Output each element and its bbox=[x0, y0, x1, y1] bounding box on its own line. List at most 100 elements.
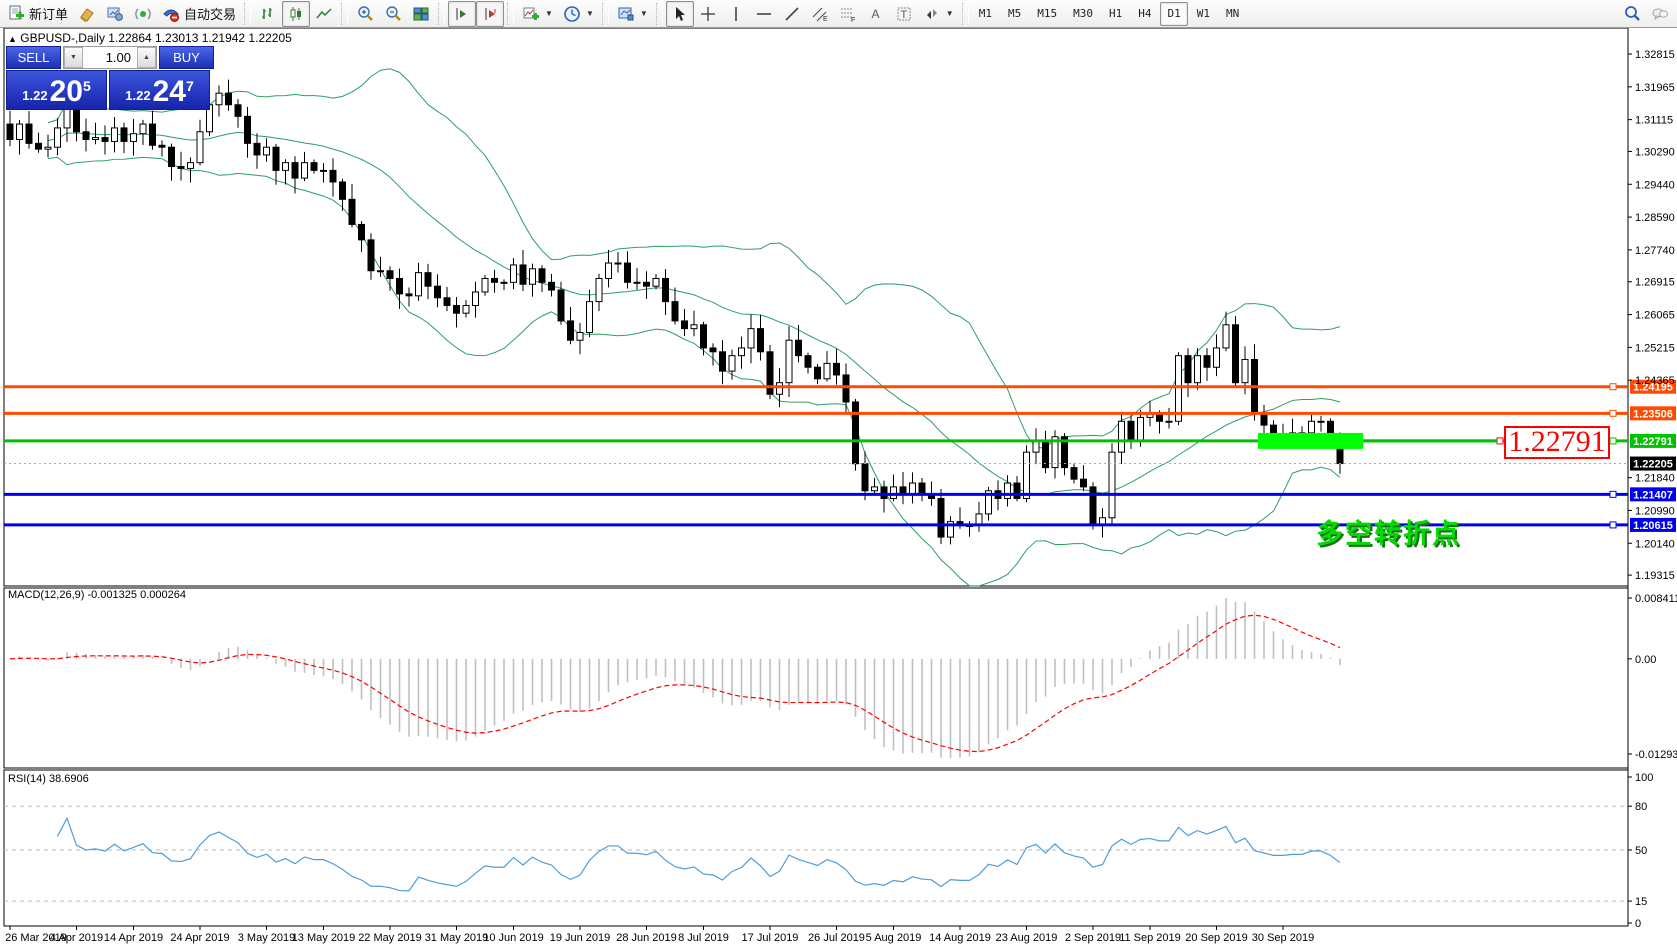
equidistant-channel-button[interactable]: E bbox=[806, 1, 834, 27]
timeframe-button-W1[interactable]: W1 bbox=[1190, 2, 1217, 26]
date-tick-label: 5 Aug 2019 bbox=[866, 932, 922, 944]
profiles-button[interactable] bbox=[73, 1, 101, 27]
timeframe-group: M1M5M15M30H1H4D1W1MN bbox=[972, 2, 1247, 26]
timeframe-button-M1[interactable]: M1 bbox=[972, 2, 999, 26]
candle bbox=[406, 294, 412, 296]
candle bbox=[1071, 468, 1077, 480]
chart-shift-button[interactable] bbox=[476, 1, 504, 27]
rsi-indicator-label: RSI(14) 38.6906 bbox=[8, 773, 89, 785]
candle bbox=[587, 302, 593, 333]
svg-text:1.31115: 1.31115 bbox=[1635, 115, 1673, 127]
price-axis[interactable]: 1.328151.319651.311151.302901.294401.285… bbox=[1628, 49, 1675, 582]
trendline-button[interactable] bbox=[778, 1, 806, 27]
sell-price-prefix: 1.22 bbox=[22, 88, 47, 103]
date-tick-label: 8 Jul 2019 bbox=[678, 932, 729, 944]
autotrading-button[interactable]: 自动交易 bbox=[157, 1, 241, 27]
chat-icon[interactable] bbox=[1651, 5, 1669, 23]
svg-text:1.32815: 1.32815 bbox=[1635, 49, 1675, 61]
bollinger-upper bbox=[48, 69, 1340, 448]
toolbar-right-icons bbox=[1623, 5, 1677, 23]
text-button[interactable]: A bbox=[862, 1, 890, 27]
tile-windows-icon bbox=[412, 5, 430, 23]
timeframe-button-M5[interactable]: M5 bbox=[1001, 2, 1028, 26]
candlestick-chart-icon bbox=[287, 5, 305, 23]
candle bbox=[701, 325, 707, 348]
candlestick-chart-button[interactable] bbox=[282, 1, 310, 27]
sell-button[interactable]: SELL bbox=[6, 46, 61, 69]
buy-price-button[interactable]: 1.22 24 7 bbox=[109, 70, 210, 110]
periods-button[interactable]: ▼ bbox=[558, 1, 599, 27]
svg-text:1.22205: 1.22205 bbox=[1633, 459, 1673, 471]
buy-button[interactable]: BUY bbox=[159, 46, 214, 69]
candle bbox=[1005, 483, 1011, 498]
buy-price-prefix: 1.22 bbox=[125, 88, 150, 103]
candle bbox=[131, 134, 137, 142]
new-order-label: 新订单 bbox=[29, 4, 68, 23]
volume-increase-button[interactable]: ▲ bbox=[137, 47, 156, 68]
svg-text:T: T bbox=[900, 9, 907, 21]
tile-windows-button[interactable] bbox=[407, 1, 435, 27]
chart-canvas[interactable]: 1.241951.235061.227911.214071.206151.222… bbox=[0, 0, 1677, 951]
line-anchor-handle bbox=[1610, 522, 1616, 528]
timeframe-button-H1[interactable]: H1 bbox=[1102, 2, 1129, 26]
signals-icon bbox=[134, 5, 152, 23]
timeframe-button-M30[interactable]: M30 bbox=[1066, 2, 1100, 26]
collapse-arrow-icon[interactable]: ▲ bbox=[8, 34, 17, 44]
profiles-icon bbox=[78, 5, 96, 23]
candle bbox=[1014, 483, 1020, 498]
zoom-out-button[interactable] bbox=[379, 1, 407, 27]
level-lines: 1.241951.235061.227911.214071.206151.222… bbox=[4, 380, 1676, 532]
line-chart-button[interactable] bbox=[310, 1, 338, 27]
sell-price-button[interactable]: 1.22 20 5 bbox=[6, 70, 107, 110]
crosshair-icon bbox=[699, 5, 717, 23]
svg-text:80: 80 bbox=[1635, 801, 1647, 813]
sell-price-big: 20 bbox=[50, 78, 83, 106]
horizontal-line-button[interactable] bbox=[750, 1, 778, 27]
date-tick-label: 17 Jul 2019 bbox=[742, 932, 799, 944]
candle bbox=[340, 182, 346, 199]
signals-button[interactable] bbox=[129, 1, 157, 27]
text-label-button[interactable]: T bbox=[890, 1, 918, 27]
timeframe-button-H4[interactable]: H4 bbox=[1131, 2, 1158, 26]
candle bbox=[121, 128, 127, 142]
rsi-panel: 1008050150 bbox=[4, 772, 1653, 930]
timeframe-button-D1[interactable]: D1 bbox=[1160, 2, 1187, 26]
candle bbox=[549, 282, 555, 290]
volume-decrease-button[interactable]: ▼ bbox=[64, 47, 83, 68]
crosshair-button[interactable] bbox=[694, 1, 722, 27]
volume-value[interactable]: 1.00 bbox=[83, 47, 137, 68]
candle bbox=[824, 363, 830, 378]
candle bbox=[17, 124, 23, 139]
bar-chart-button[interactable] bbox=[254, 1, 282, 27]
candle bbox=[1204, 356, 1210, 368]
bollinger-lower bbox=[48, 157, 1340, 586]
timeframe-button-MN[interactable]: MN bbox=[1219, 2, 1246, 26]
auto-scroll-button[interactable] bbox=[448, 1, 476, 27]
candle bbox=[634, 282, 640, 283]
zoom-in-button[interactable] bbox=[351, 1, 379, 27]
fibonacci-button[interactable]: F bbox=[834, 1, 862, 27]
vertical-line-button[interactable] bbox=[722, 1, 750, 27]
candle bbox=[1109, 452, 1115, 518]
indicators-button[interactable]: ▼ bbox=[517, 1, 558, 27]
new-order-button[interactable]: 新订单 bbox=[2, 1, 73, 27]
search-icon[interactable] bbox=[1623, 5, 1641, 23]
candle bbox=[891, 487, 897, 499]
support-highlight-zone bbox=[1258, 433, 1363, 449]
templates-button[interactable]: ▼ bbox=[612, 1, 653, 27]
svg-text:1.22791: 1.22791 bbox=[1633, 436, 1673, 448]
date-tick-label: 20 Sep 2019 bbox=[1185, 932, 1247, 944]
panel-frames bbox=[4, 28, 1628, 926]
date-tick-label: 14 Aug 2019 bbox=[929, 932, 991, 944]
svg-text:A: A bbox=[871, 7, 879, 21]
price-callout-label[interactable]: 1.22791 bbox=[1504, 426, 1610, 459]
arrows-button[interactable]: ▼ bbox=[918, 1, 959, 27]
toolbar: 新订单 自动交易 bbox=[0, 0, 1677, 28]
timeframe-button-M15[interactable]: M15 bbox=[1030, 2, 1064, 26]
candle bbox=[615, 263, 621, 264]
cursor-button[interactable] bbox=[666, 1, 694, 27]
candle bbox=[454, 305, 460, 313]
date-axis[interactable]: 26 Mar 20194 Apr 201914 Apr 201924 Apr 2… bbox=[5, 926, 1314, 944]
candle bbox=[273, 147, 279, 170]
terminal-button[interactable] bbox=[101, 1, 129, 27]
